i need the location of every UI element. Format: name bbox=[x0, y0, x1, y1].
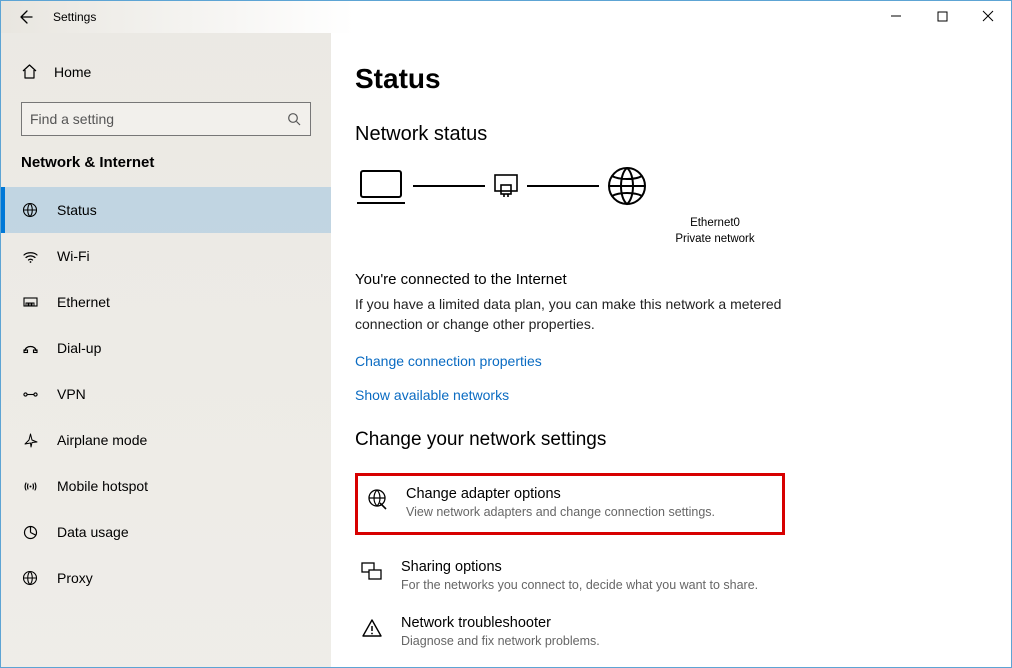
search-input[interactable] bbox=[30, 111, 287, 127]
highlight-box: Change adapter options View network adap… bbox=[355, 473, 785, 535]
sidebar-item-vpn[interactable]: VPN bbox=[1, 371, 331, 417]
maximize-button[interactable] bbox=[919, 1, 965, 31]
maximize-icon bbox=[937, 11, 948, 22]
option-desc: View network adapters and change connect… bbox=[406, 504, 715, 520]
sidebar-item-label: Airplane mode bbox=[57, 432, 147, 448]
sidebar: Home Network & Internet Status bbox=[1, 33, 331, 667]
section-header: Network & Internet bbox=[1, 154, 331, 187]
option-desc: For the networks you connect to, decide … bbox=[401, 577, 758, 593]
vpn-icon bbox=[21, 386, 39, 403]
sidebar-item-wifi[interactable]: Wi-Fi bbox=[1, 233, 331, 279]
globe-icon bbox=[605, 164, 649, 208]
show-networks-link[interactable]: Show available networks bbox=[355, 387, 971, 403]
sidebar-item-label: Proxy bbox=[57, 570, 93, 586]
sidebar-item-label: VPN bbox=[57, 386, 86, 402]
sidebar-item-label: Mobile hotspot bbox=[57, 478, 148, 494]
minimize-icon bbox=[890, 10, 902, 22]
change-connection-link[interactable]: Change connection properties bbox=[355, 353, 971, 369]
sidebar-item-status[interactable]: Status bbox=[1, 187, 331, 233]
section-network-status: Network status bbox=[355, 123, 971, 146]
ethernet-adapter-icon bbox=[491, 171, 521, 201]
troubleshooter-icon bbox=[359, 615, 385, 639]
network-diagram bbox=[355, 164, 971, 208]
sidebar-item-label: Data usage bbox=[57, 524, 129, 540]
wifi-icon bbox=[21, 248, 39, 265]
airplane-icon bbox=[21, 432, 39, 449]
home-button[interactable]: Home bbox=[1, 55, 331, 88]
option-troubleshooter[interactable]: Network troubleshooter Diagnose and fix … bbox=[355, 609, 785, 655]
connection-desc: If you have a limited data plan, you can… bbox=[355, 294, 785, 335]
minimize-button[interactable] bbox=[873, 1, 919, 31]
data-usage-icon bbox=[21, 524, 39, 541]
proxy-icon bbox=[21, 570, 39, 586]
section-change-settings: Change your network settings bbox=[355, 429, 971, 451]
diagram-line bbox=[527, 185, 599, 187]
option-sharing[interactable]: Sharing options For the networks you con… bbox=[355, 553, 785, 599]
network-type: Private network bbox=[459, 232, 971, 248]
option-change-adapter[interactable]: Change adapter options View network adap… bbox=[360, 480, 780, 526]
sidebar-item-datausage[interactable]: Data usage bbox=[1, 509, 331, 555]
computer-icon bbox=[355, 165, 407, 207]
sidebar-item-label: Wi-Fi bbox=[57, 248, 90, 264]
diagram-caption: Ethernet0 Private network bbox=[459, 216, 971, 247]
sidebar-item-label: Status bbox=[57, 202, 97, 218]
page-title: Status bbox=[355, 63, 971, 95]
titlebar: Settings bbox=[1, 1, 1011, 33]
close-button[interactable] bbox=[965, 1, 1011, 31]
back-button[interactable] bbox=[1, 8, 49, 26]
diagram-line bbox=[413, 185, 485, 187]
dialup-icon bbox=[21, 340, 39, 357]
option-title: Change adapter options bbox=[406, 486, 715, 502]
option-title: Sharing options bbox=[401, 559, 758, 575]
sidebar-item-label: Ethernet bbox=[57, 294, 110, 310]
option-title: Network troubleshooter bbox=[401, 615, 600, 631]
sidebar-item-proxy[interactable]: Proxy bbox=[1, 555, 331, 601]
connection-status: You're connected to the Internet bbox=[355, 271, 971, 288]
sidebar-item-label: Dial-up bbox=[57, 340, 101, 356]
home-label: Home bbox=[54, 64, 91, 80]
option-desc: Diagnose and fix network problems. bbox=[401, 633, 600, 649]
sidebar-item-ethernet[interactable]: Ethernet bbox=[1, 279, 331, 325]
window-title: Settings bbox=[53, 10, 96, 24]
main-pane: Status Network status Ethernet0 Private … bbox=[331, 33, 1011, 667]
ethernet-icon bbox=[21, 294, 39, 311]
close-icon bbox=[982, 10, 994, 22]
search-icon bbox=[287, 112, 302, 127]
search-box[interactable] bbox=[21, 102, 311, 136]
arrow-left-icon bbox=[16, 8, 34, 26]
hotspot-icon bbox=[21, 478, 39, 495]
home-icon bbox=[21, 63, 38, 80]
sidebar-item-airplane[interactable]: Airplane mode bbox=[1, 417, 331, 463]
adapter-options-icon bbox=[364, 486, 390, 510]
sharing-icon bbox=[359, 559, 385, 583]
sidebar-item-dialup[interactable]: Dial-up bbox=[1, 325, 331, 371]
status-icon bbox=[21, 202, 39, 218]
adapter-name: Ethernet0 bbox=[459, 216, 971, 232]
sidebar-item-hotspot[interactable]: Mobile hotspot bbox=[1, 463, 331, 509]
